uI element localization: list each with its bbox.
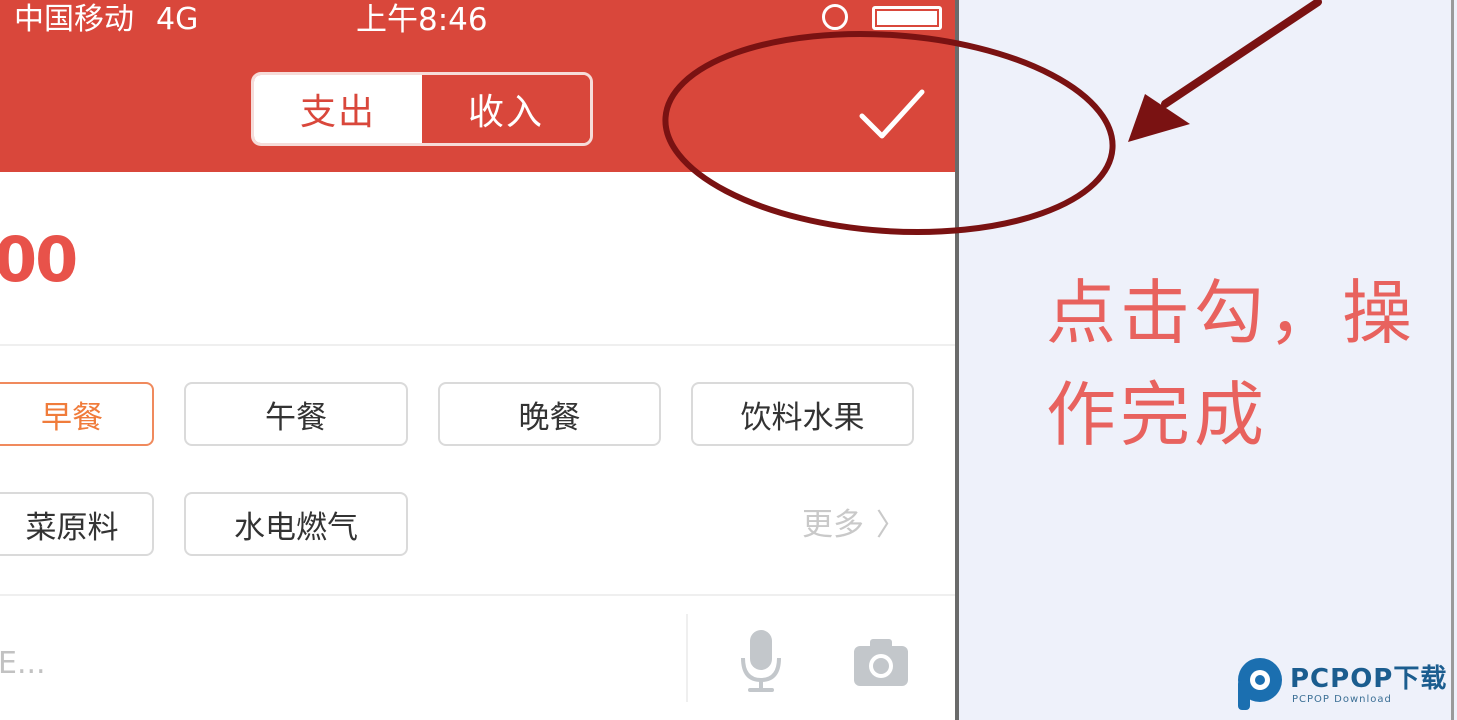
vertical-divider: [686, 614, 688, 702]
rotation-lock-icon: [822, 4, 848, 30]
more-categories-link[interactable]: 更多〉: [802, 504, 906, 547]
category-drinks-fruit[interactable]: 饮料水果: [691, 382, 914, 446]
camera-icon[interactable]: [852, 636, 910, 688]
panel-separator: [955, 0, 959, 720]
tab-income[interactable]: 收入: [422, 75, 590, 143]
category-ingredients[interactable]: 菜原料: [0, 492, 154, 556]
status-carrier: 中国移动 4G: [14, 2, 198, 38]
annotation-text: 点击勾，操 作完成: [1046, 262, 1456, 466]
divider: [0, 594, 957, 596]
watermark-subtitle: PCPOP Download: [1292, 694, 1392, 705]
status-time: 上午8:46: [356, 2, 488, 38]
checkmark-icon[interactable]: [856, 86, 926, 142]
phone-screenshot: 中国移动 4G 上午8:46 支出 收入 00 早餐 午餐 晚餐 饮料水果 菜原料…: [0, 0, 957, 720]
carrier-name: 中国移动: [14, 2, 134, 37]
watermark-brand: PCPOP下载: [1290, 664, 1448, 694]
note-input[interactable]: E...: [0, 644, 46, 684]
category-lunch[interactable]: 午餐: [184, 382, 408, 446]
chevron-right-icon: 〉: [876, 508, 906, 543]
pcpop-logo-icon: [1238, 658, 1282, 710]
battery-icon: [872, 6, 942, 30]
category-utilities[interactable]: 水电燃气: [184, 492, 408, 556]
microphone-icon[interactable]: [738, 628, 784, 694]
pointer-arrow-shaft: [1161, 0, 1322, 108]
category-dinner[interactable]: 晚餐: [438, 382, 661, 446]
network-type: 4G: [156, 2, 199, 37]
category-breakfast[interactable]: 早餐: [0, 382, 154, 446]
pointer-arrow-head: [1128, 94, 1190, 142]
amount-display: 00: [0, 223, 78, 296]
annotation-line-2: 作完成: [1046, 374, 1268, 456]
header-bar: 中国移动 4G 上午8:46 支出 收入: [0, 0, 957, 172]
tab-expense[interactable]: 支出: [254, 75, 422, 143]
watermark-logo: PCPOP下载 PCPOP Download: [1236, 656, 1456, 720]
type-segmented-control: 支出 收入: [251, 72, 593, 146]
annotation-line-1: 点击勾，操: [1046, 272, 1416, 354]
more-label: 更多: [802, 507, 864, 543]
divider: [0, 344, 957, 346]
